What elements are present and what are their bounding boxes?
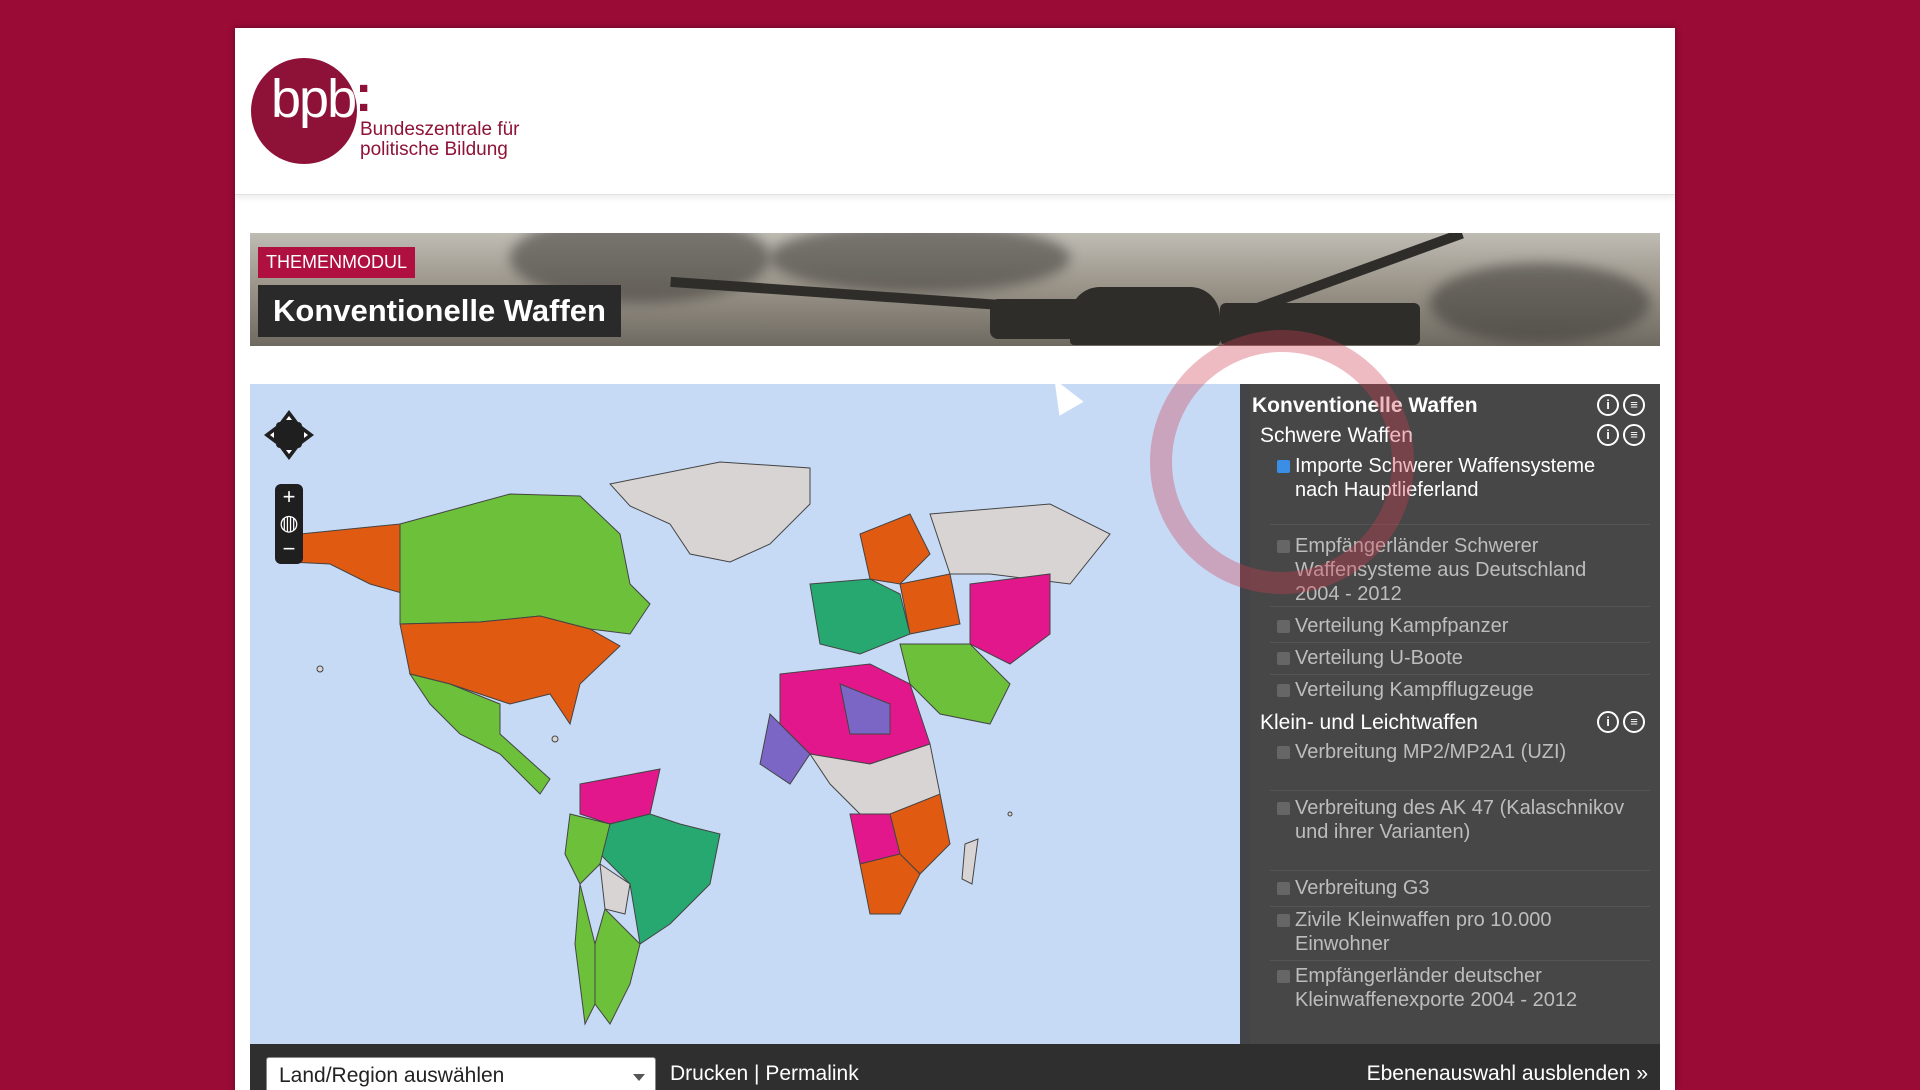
print-link[interactable]: Drucken	[670, 1062, 748, 1085]
country-greenland	[609, 461, 811, 563]
region-select-value: Land/Region auswählen	[279, 1064, 505, 1087]
country-west-europe	[809, 578, 911, 655]
layer-checkbox[interactable]	[1277, 802, 1290, 815]
divider	[1270, 960, 1650, 961]
divider	[1270, 870, 1650, 871]
logo-colon: :	[355, 65, 373, 123]
layer-checkbox[interactable]	[1277, 882, 1290, 895]
layer-item[interactable]: Empfängerländer deutscher Kleinwaffenexp…	[1295, 964, 1635, 1012]
layer-item[interactable]: Verteilung Kampfpanzer	[1295, 614, 1635, 638]
layer-item[interactable]: Verteilung Kampfflugzeuge	[1295, 678, 1635, 702]
themenmodul-tag: THEMENMODUL	[258, 247, 416, 278]
chevron-down-icon	[633, 1074, 645, 1081]
legend-icon[interactable]: ≡	[1623, 424, 1645, 446]
layer-checkbox[interactable]	[1277, 970, 1290, 983]
country-central-asia	[969, 573, 1051, 665]
zoom-in-button[interactable]: +	[275, 484, 303, 510]
hide-layers-link[interactable]: Ebenenauswahl ausblenden »	[1367, 1062, 1648, 1086]
country-scandinavia	[859, 513, 931, 585]
banner-soldier	[1070, 287, 1220, 345]
country-east-europe	[899, 573, 961, 635]
banner-smoke	[770, 233, 1070, 293]
click-highlight-ring	[1150, 330, 1414, 594]
page-frame: bpb : Bundeszentrale für politische Bild…	[235, 28, 1675, 1090]
zoom-control: + ◍ −	[275, 484, 303, 564]
country-argentina	[594, 908, 641, 1025]
divider	[1270, 790, 1650, 791]
footer-links: Drucken | Permalink	[670, 1062, 859, 1086]
info-icon[interactable]: i	[1597, 711, 1619, 733]
country-chile	[574, 883, 596, 1026]
banner: THEMENMODUL Konventionelle Waffen	[250, 233, 1660, 346]
info-icon[interactable]: i	[1597, 424, 1619, 446]
legend-icon[interactable]: ≡	[1623, 711, 1645, 733]
globe-icon[interactable]: ◍	[275, 510, 303, 536]
layer-checkbox[interactable]	[1277, 914, 1290, 927]
country-madagascar	[961, 838, 979, 885]
layer-checkbox[interactable]	[1277, 684, 1290, 697]
layer-item[interactable]: Verbreitung des AK 47 (Kalaschnikov und …	[1295, 796, 1635, 844]
layer-checkbox[interactable]	[1277, 620, 1290, 633]
pan-control[interactable]	[262, 408, 316, 462]
banner-title: Konventionelle Waffen	[258, 285, 621, 337]
layer-item[interactable]: Verteilung U-Boote	[1295, 646, 1635, 670]
zoom-out-button[interactable]: −	[275, 536, 303, 562]
country-russia	[929, 503, 1111, 585]
pan-arrows-icon[interactable]	[262, 408, 316, 462]
layer-checkbox[interactable]	[1277, 652, 1290, 665]
world-map[interactable]: + ◍ −	[250, 384, 1250, 1044]
country-alaska	[289, 523, 406, 595]
banner-smoke	[1430, 263, 1650, 343]
divider	[1270, 674, 1650, 675]
layer-item[interactable]: Verbreitung G3	[1295, 876, 1635, 900]
logo-line-1: Bundeszentrale für	[360, 119, 520, 140]
island	[1007, 811, 1013, 817]
logo-brand: bpb	[271, 69, 357, 129]
island	[316, 665, 324, 673]
map-footer: Land/Region auswählen Drucken | Permalin…	[250, 1044, 1660, 1090]
link-separator: |	[754, 1062, 760, 1085]
legend-icon[interactable]: ≡	[1623, 394, 1645, 416]
layer-checkbox[interactable]	[1277, 746, 1290, 759]
info-icon[interactable]: i	[1597, 394, 1619, 416]
map-canvas[interactable]	[250, 384, 1250, 1044]
logo-line-2: politische Bildung	[360, 139, 508, 160]
divider	[1270, 642, 1650, 643]
permalink-link[interactable]: Permalink	[765, 1062, 858, 1085]
divider	[1270, 606, 1650, 607]
country-usa	[399, 615, 621, 726]
island	[551, 735, 559, 743]
divider	[1270, 906, 1650, 907]
country-canada	[399, 493, 651, 635]
layer-item[interactable]: Verbreitung MP2/MP2A1 (UZI)	[1295, 740, 1635, 764]
region-select[interactable]: Land/Region auswählen	[266, 1057, 656, 1090]
layer-item[interactable]: Zivile Kleinwaffen pro 10.000 Einwohner	[1295, 908, 1635, 956]
header: bpb : Bundeszentrale für politische Bild…	[235, 28, 1675, 195]
